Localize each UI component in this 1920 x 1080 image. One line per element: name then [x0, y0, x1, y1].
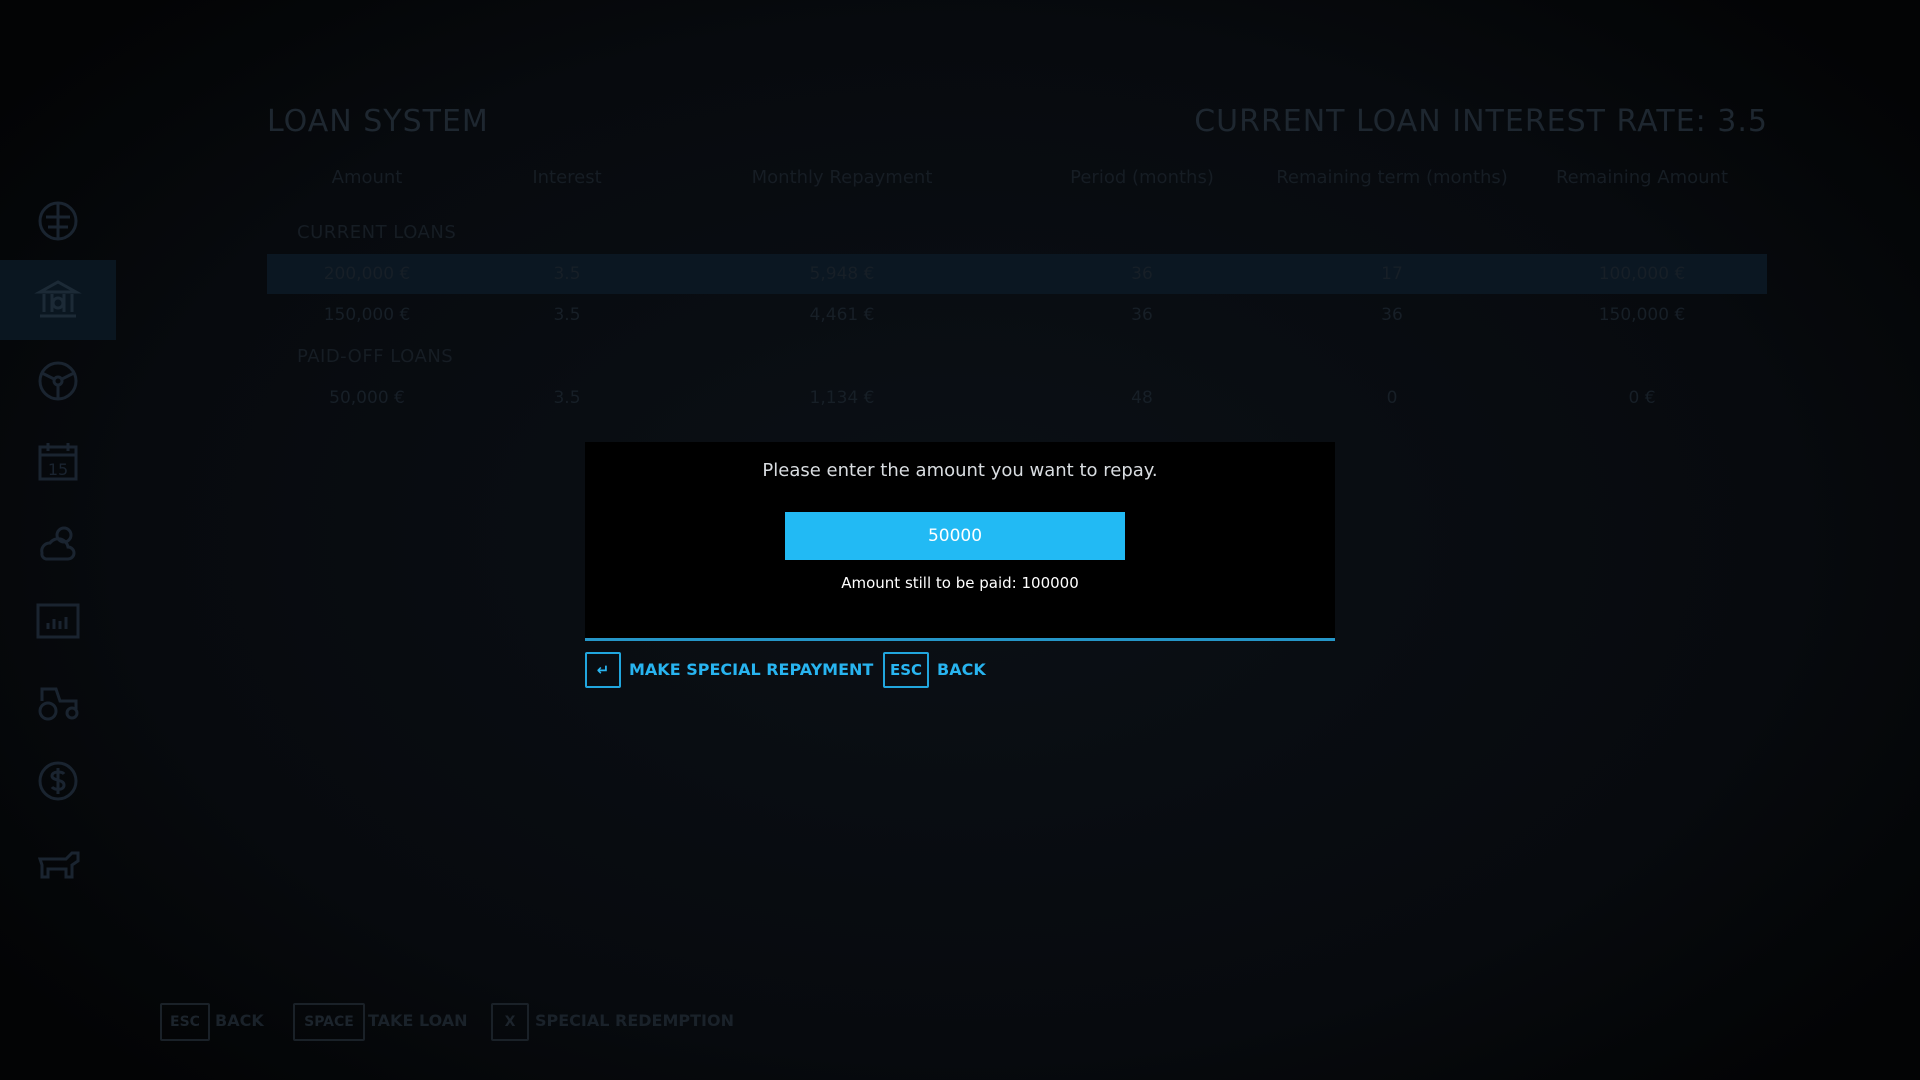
bank-icon[interactable] [34, 276, 82, 324]
current-loans-heading: CURRENT LOANS [297, 222, 457, 243]
cell-monthly-repayment: 5,948 € [809, 264, 875, 284]
cell-interest: 3.5 [553, 264, 581, 284]
column-header-monthly-repayment[interactable]: Monthly Repayment [752, 167, 933, 188]
cell-interest: 3.5 [553, 388, 581, 408]
special-redemption-key-hint[interactable]: X [491, 1003, 529, 1041]
cell-amount: 150,000 € [323, 305, 411, 325]
back-key-hint[interactable]: ESC [160, 1003, 210, 1041]
cell-period: 36 [1131, 264, 1153, 284]
cell-remaining-amount: 0 € [1628, 388, 1656, 408]
cell-remaining-amount: 100,000 € [1598, 264, 1686, 284]
enter-key-icon[interactable]: ↵ [585, 652, 621, 688]
dollar-icon[interactable] [34, 757, 82, 805]
column-header-amount[interactable]: Amount [332, 167, 403, 188]
cell-period: 36 [1131, 305, 1153, 325]
take-loan-key-hint[interactable]: SPACE [293, 1003, 365, 1041]
map-icon[interactable] [34, 197, 82, 245]
tractor-icon[interactable] [34, 677, 82, 725]
repayment-amount-input[interactable]: 50000 [785, 512, 1125, 560]
calendar-day: 15 [48, 460, 68, 479]
cell-remaining-term: 0 [1386, 388, 1398, 408]
cell-period: 48 [1131, 388, 1153, 408]
table-row[interactable]: 50,000 € 3.5 1,134 € 48 0 0 € [267, 378, 1767, 418]
table-row[interactable]: 200,000 € 3.5 5,948 € 36 17 100,000 € [267, 254, 1767, 294]
cell-monthly-repayment: 1,134 € [809, 388, 875, 408]
column-header-period[interactable]: Period (months) [1070, 167, 1214, 188]
steering-wheel-icon[interactable] [34, 357, 82, 405]
take-loan-label[interactable]: TAKE LOAN [368, 1011, 468, 1030]
special-redemption-label[interactable]: SPECIAL REDEMPTION [535, 1011, 734, 1030]
back-label[interactable]: BACK [215, 1011, 264, 1030]
interest-rate-title: CURRENT LOAN INTEREST RATE: 3.5 [1194, 104, 1768, 139]
column-header-remaining-term[interactable]: Remaining term (months) [1276, 167, 1508, 188]
column-header-remaining-amount[interactable]: Remaining Amount [1556, 167, 1728, 188]
statistics-icon[interactable] [34, 597, 82, 645]
column-header-interest[interactable]: Interest [532, 167, 601, 188]
cell-remaining-amount: 150,000 € [1598, 305, 1686, 325]
repayment-dialog: Please enter the amount you want to repa… [585, 442, 1335, 641]
table-row[interactable]: 150,000 € 3.5 4,461 € 36 36 150,000 € [267, 295, 1767, 335]
back-button[interactable]: BACK [937, 660, 986, 679]
esc-key-icon[interactable]: ESC [883, 652, 929, 688]
cell-amount: 50,000 € [329, 388, 405, 408]
cell-amount: 200,000 € [323, 264, 411, 284]
dialog-prompt: Please enter the amount you want to repa… [762, 460, 1158, 481]
calendar-icon[interactable]: 15 [34, 437, 82, 485]
cell-interest: 3.5 [553, 305, 581, 325]
cell-remaining-term: 36 [1381, 305, 1403, 325]
page-title: LOAN SYSTEM [267, 104, 489, 139]
cell-remaining-term: 17 [1381, 264, 1403, 284]
paid-off-loans-heading: PAID-OFF LOANS [297, 346, 454, 367]
make-special-repayment-button[interactable]: MAKE SPECIAL REPAYMENT [629, 660, 873, 679]
weather-icon[interactable] [34, 517, 82, 565]
dialog-actions: ↵ MAKE SPECIAL REPAYMENT ESC BACK [585, 652, 1385, 688]
cell-monthly-repayment: 4,461 € [809, 305, 875, 325]
remaining-amount-text: Amount still to be paid: 100000 [841, 574, 1079, 592]
animals-icon[interactable] [34, 837, 82, 885]
